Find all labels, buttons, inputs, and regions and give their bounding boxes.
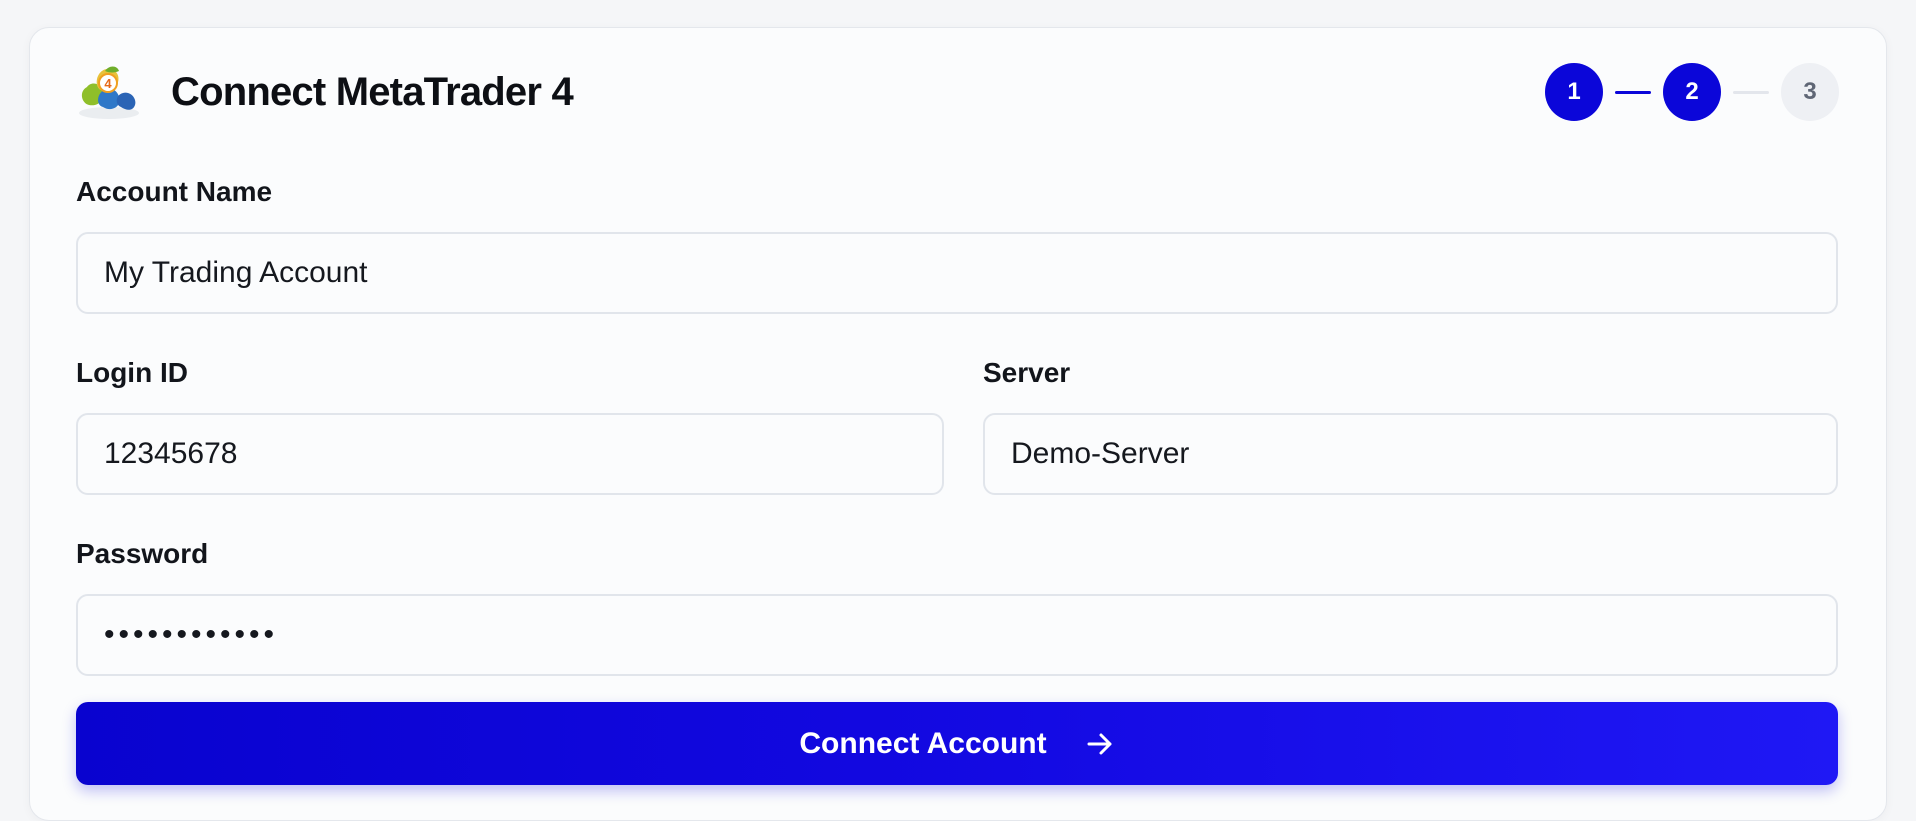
server-label: Server (983, 357, 1071, 388)
password-input[interactable]: •••••••••••• (76, 594, 1838, 676)
server-input[interactable] (983, 413, 1838, 495)
login-id-label: Login ID (76, 357, 188, 388)
svg-text:4: 4 (104, 76, 112, 91)
card-header: 4 Connect MetaTrader 4 1 2 3 (75, 62, 1841, 122)
password-label: Password (76, 538, 209, 569)
account-name-input[interactable] (76, 232, 1838, 314)
connect-account-button[interactable]: Connect Account (76, 702, 1838, 785)
connect-account-label: Connect Account (799, 726, 1047, 760)
step-connector-1 (1615, 90, 1651, 94)
arrow-right-icon (1087, 733, 1112, 754)
step-connector-2 (1733, 90, 1769, 94)
step-1[interactable]: 1 (1545, 63, 1603, 121)
login-id-input[interactable] (76, 413, 944, 495)
password-masked-value: •••••••••••• (104, 618, 279, 651)
account-name-label: Account Name (76, 176, 273, 207)
step-3[interactable]: 3 (1781, 63, 1839, 121)
metatrader-4-logo-icon: 4 (79, 66, 139, 119)
title-group: 4 Connect MetaTrader 4 (75, 61, 574, 123)
progress-stepper: 1 2 3 (1545, 63, 1839, 121)
step-2[interactable]: 2 (1663, 63, 1721, 121)
page-title: Connect MetaTrader 4 (171, 69, 574, 114)
